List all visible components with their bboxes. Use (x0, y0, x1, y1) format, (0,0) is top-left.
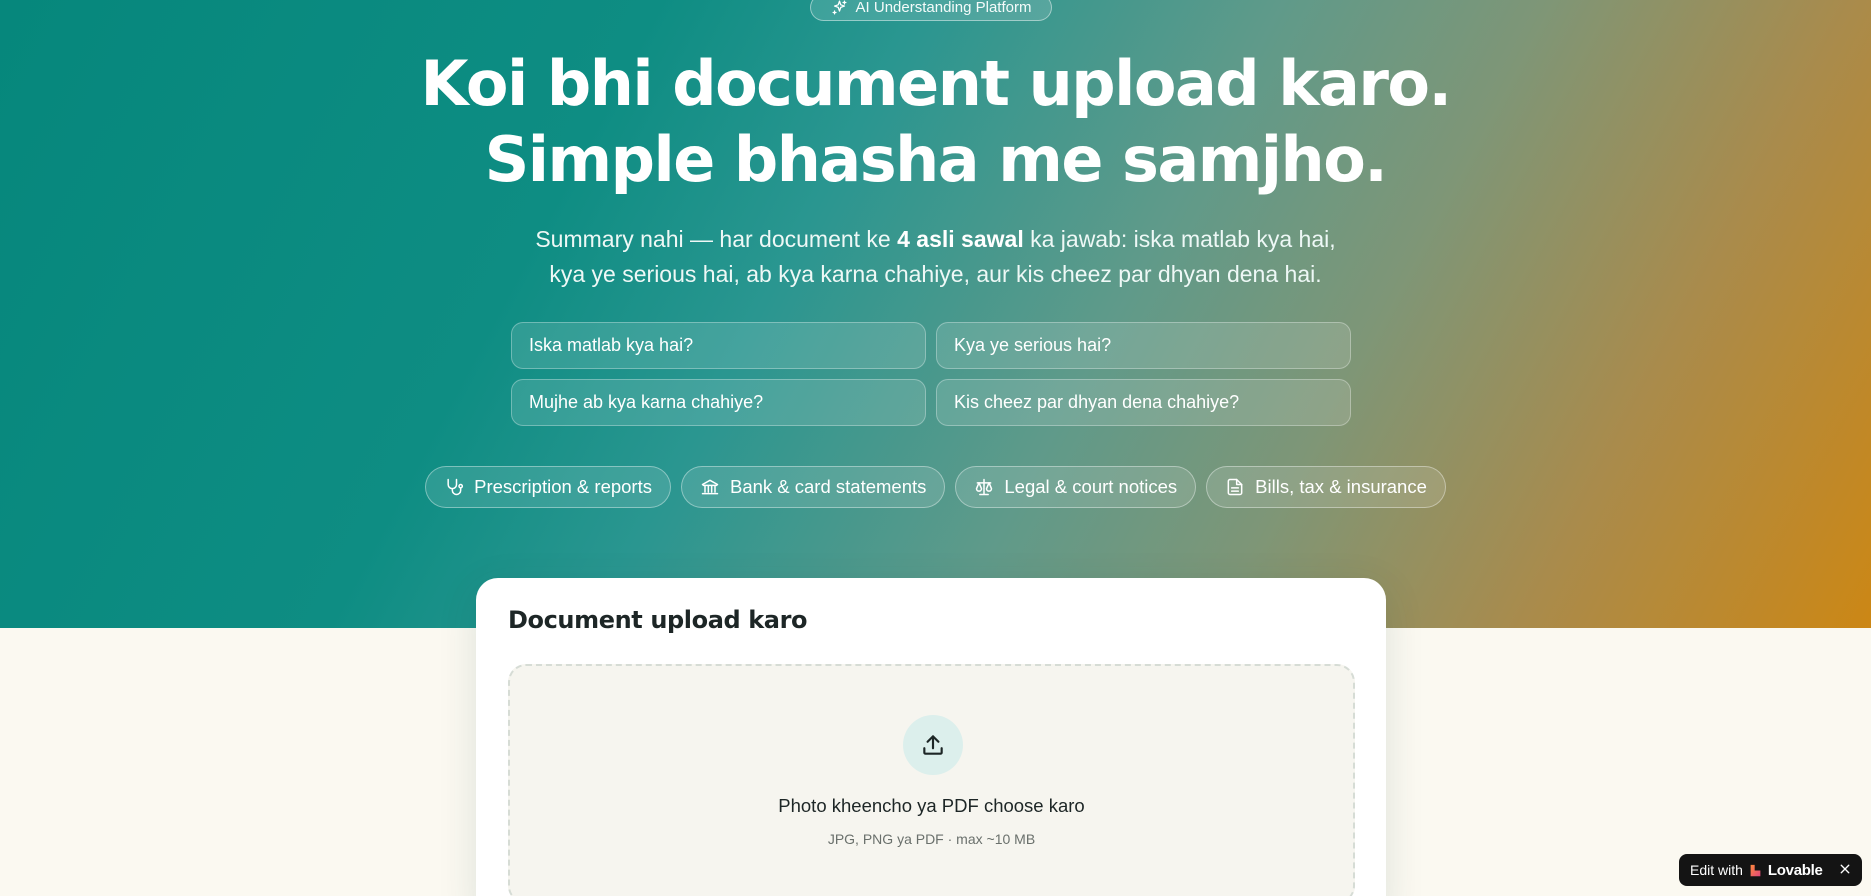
question-attention-button[interactable]: Kis cheez par dhyan dena chahiye? (936, 379, 1351, 426)
category-bank-chip[interactable]: Bank & card statements (680, 466, 946, 508)
headline-line-1: Koi bhi document upload karo. (420, 47, 1452, 120)
stethoscope-icon (447, 478, 464, 496)
upload-icon (923, 735, 943, 755)
bank-icon (701, 479, 719, 495)
subtitle-part-1: Summary nahi — har document ke (535, 226, 898, 252)
upload-card-title: Document upload karo (508, 606, 808, 634)
lovable-brand-label: Lovable (1767, 861, 1823, 879)
dropzone-title: Photo kheencho ya PDF choose karo (778, 795, 1085, 816)
subtitle-line-2: kya ye serious hai, ab kya karna chahiye… (549, 261, 1322, 287)
question-serious-button[interactable]: Kya ye serious hai? (936, 322, 1351, 369)
question-action-button[interactable]: Mujhe ab kya karna chahiye? (511, 379, 926, 426)
headline-line-2: Simple bhasha me samjho. (484, 123, 1388, 196)
category-bank-label: Bank & card statements (729, 476, 927, 497)
category-legal-chip[interactable]: Legal & court notices (955, 466, 1197, 508)
hero-subtitle: Summary nahi — har document ke 4 asli sa… (0, 222, 1871, 292)
sparkles-icon (832, 0, 847, 15)
category-chips: Prescription & reports Bank & card state… (0, 466, 1871, 508)
category-prescription-chip[interactable]: Prescription & reports (425, 466, 671, 508)
category-bills-chip[interactable]: Bills, tax & insurance (1206, 466, 1446, 508)
subtitle-part-2: ka jawab: iska matlab kya hai, (1023, 226, 1336, 252)
upload-icon-circle (903, 715, 963, 775)
edit-with-lovable-badge[interactable]: Edit with Lovable (1679, 854, 1862, 886)
question-grid: Iska matlab kya hai? Kya ye serious hai?… (511, 322, 1351, 426)
lovable-heart-icon (1750, 864, 1761, 876)
hero-headline: Koi bhi document upload karo. Simple bha… (0, 46, 1871, 198)
subtitle-bold: 4 asli sawal (897, 226, 1024, 252)
category-bills-label: Bills, tax & insurance (1255, 476, 1427, 497)
platform-badge: AI Understanding Platform (810, 0, 1052, 21)
hero-section: AI Understanding Platform Koi bhi docume… (0, 0, 1871, 628)
question-meaning-button[interactable]: Iska matlab kya hai? (511, 322, 926, 369)
document-icon (1227, 478, 1243, 496)
close-icon[interactable] (1836, 860, 1854, 878)
scale-icon (976, 478, 993, 496)
lovable-badge-prefix: Edit with (1690, 862, 1743, 878)
upload-card: Document upload karo Photo kheencho ya P… (476, 578, 1386, 896)
platform-badge-label: AI Understanding Platform (855, 0, 1032, 16)
category-prescription-label: Prescription & reports (474, 476, 652, 497)
dropzone-hint: JPG, PNG ya PDF · max ~10 MB (827, 831, 1036, 847)
category-legal-label: Legal & court notices (1004, 476, 1178, 497)
upload-dropzone[interactable]: Photo kheencho ya PDF choose karo JPG, P… (508, 664, 1355, 896)
